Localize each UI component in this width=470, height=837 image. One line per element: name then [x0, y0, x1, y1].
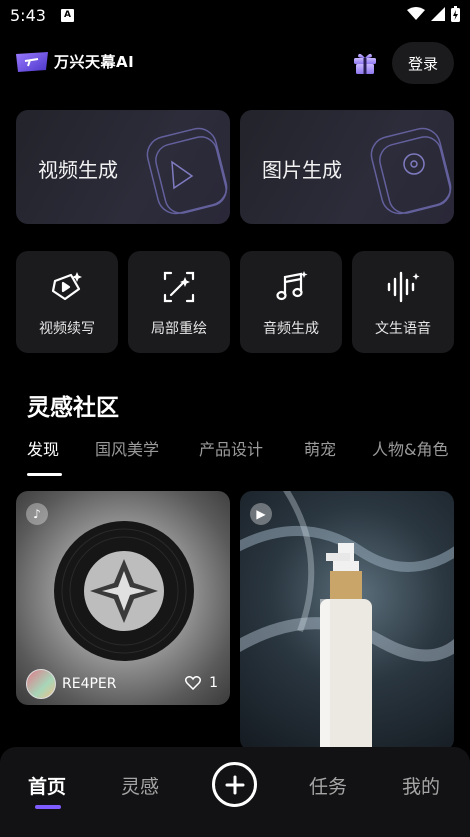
notification-icon: A	[61, 9, 74, 22]
nav-tasks[interactable]: 任务	[309, 772, 347, 799]
app-logo-icon	[16, 51, 48, 72]
inpaint-icon	[163, 271, 195, 303]
image-icon	[370, 127, 452, 215]
bottom-nav: 首页 灵感 任务 我的	[0, 747, 470, 837]
post-author[interactable]: RE4PER	[26, 669, 117, 699]
tool-label: 视频续写	[39, 321, 95, 337]
nav-home[interactable]: 首页	[28, 772, 66, 799]
tool-audio-generate[interactable]: 音频生成	[240, 251, 342, 353]
voice-wave-icon	[387, 271, 420, 303]
wifi-icon	[407, 7, 425, 20]
play-icon: ▶	[250, 503, 272, 525]
nav-active-indicator	[35, 805, 61, 809]
tool-label: 局部重绘	[151, 321, 207, 337]
feed-card[interactable]: ▶	[240, 491, 454, 751]
app-name: 万兴天幕AI	[54, 53, 135, 71]
like-count: 1	[209, 675, 218, 691]
tab-product-design[interactable]: 产品设计	[199, 436, 263, 460]
heart-icon	[185, 676, 202, 690]
image-generate-card[interactable]: 图片生成	[240, 110, 454, 224]
product-bottle-image	[240, 491, 454, 751]
video-extend-icon	[51, 272, 82, 301]
video-generate-label: 视频生成	[38, 158, 118, 182]
tool-label: 文生语音	[375, 321, 431, 337]
nav-inspiration[interactable]: 灵感	[121, 772, 159, 799]
status-icons	[407, 6, 460, 22]
avatar	[26, 669, 56, 699]
video-play-icon	[146, 127, 228, 215]
create-button[interactable]	[212, 762, 257, 807]
tool-label: 音频生成	[263, 321, 319, 337]
nav-profile[interactable]: 我的	[402, 772, 440, 799]
status-time: 5:43	[10, 6, 46, 25]
music-note-icon	[276, 271, 308, 301]
feed-card[interactable]: ♪ RE4PER 1	[16, 491, 230, 705]
status-bar: 5:43 A	[0, 0, 470, 32]
tab-underline	[27, 473, 62, 476]
tab-characters[interactable]: 人物&角色	[372, 436, 448, 460]
author-name: RE4PER	[62, 676, 117, 692]
app-brand: 万兴天幕AI	[16, 51, 134, 72]
tab-guofeng[interactable]: 国风美学	[95, 436, 159, 460]
tool-text-to-speech[interactable]: 文生语音	[352, 251, 454, 353]
tab-discover[interactable]: 发现	[27, 436, 59, 460]
gift-icon[interactable]	[352, 50, 378, 76]
like-button[interactable]: 1	[185, 675, 218, 691]
plus-icon	[225, 775, 244, 794]
battery-icon	[451, 6, 460, 22]
tab-pets[interactable]: 萌宠	[304, 436, 336, 460]
tiktok-icon: ♪	[26, 503, 48, 525]
login-button[interactable]: 登录	[392, 42, 454, 84]
tool-video-extend[interactable]: 视频续写	[16, 251, 118, 353]
community-tabs: 发现 国风美学 产品设计 萌宠 人物&角色	[0, 436, 470, 476]
image-generate-label: 图片生成	[262, 158, 342, 182]
community-title: 灵感社区	[27, 395, 119, 421]
video-generate-card[interactable]: 视频生成	[16, 110, 230, 224]
tool-inpaint[interactable]: 局部重绘	[128, 251, 230, 353]
signal-icon	[431, 7, 445, 21]
